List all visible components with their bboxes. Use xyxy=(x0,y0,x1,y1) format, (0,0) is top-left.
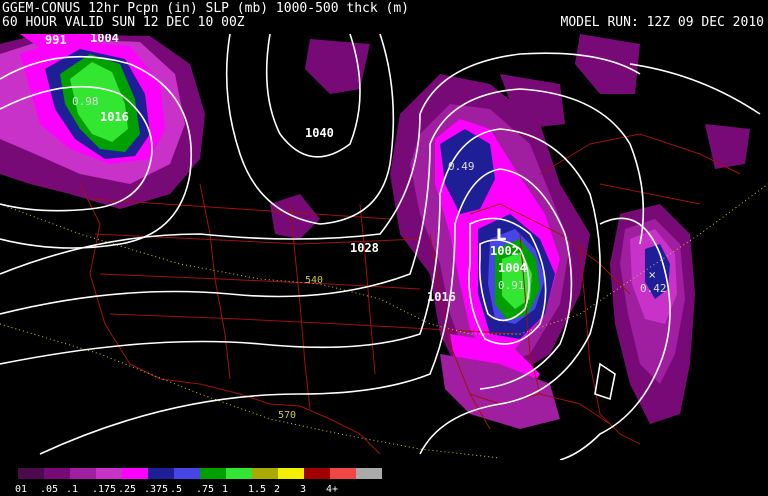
pressure-label: 1016 xyxy=(427,290,456,304)
low-pressure-marker: L xyxy=(496,225,506,244)
pressure-label: 1002 xyxy=(490,244,519,258)
precip-max-label: 0.91 xyxy=(498,279,525,292)
precip-max-marker: × xyxy=(648,270,656,281)
legend-swatch xyxy=(200,468,226,479)
legend-label: 4+ xyxy=(326,484,338,495)
legend-label: 3 xyxy=(300,484,306,495)
header: GGEM-CONUS 12hr Pcpn (in) SLP (mb) 1000-… xyxy=(0,0,768,34)
legend-swatch xyxy=(330,468,356,479)
legend-swatch xyxy=(174,468,200,479)
legend-swatch xyxy=(122,468,148,479)
legend-swatch xyxy=(278,468,304,479)
legend-label: .75 xyxy=(196,484,214,495)
legend-label: .5 xyxy=(170,484,182,495)
thickness-label: 540 xyxy=(305,275,323,286)
legend-swatch xyxy=(356,468,382,479)
legend-swatch xyxy=(252,468,278,479)
pressure-label: 1040 xyxy=(305,126,334,140)
precip-max-label: 0.42 xyxy=(640,282,667,295)
pressure-label: 1004 xyxy=(90,34,119,45)
valid-time: 60 HOUR VALID SUN 12 DEC 10 00Z xyxy=(2,15,245,30)
legend-label: .25 xyxy=(118,484,136,495)
legend-label: .1 xyxy=(66,484,78,495)
precip-max-label: 0.49 xyxy=(448,160,475,173)
precip-max-label: 0.98 xyxy=(72,95,99,108)
legend-label: .05 xyxy=(40,484,58,495)
model-run: MODEL RUN: 12Z 09 DEC 2010 xyxy=(560,15,765,30)
pressure-label: 1016 xyxy=(100,110,129,124)
map-title: GGEM-CONUS 12hr Pcpn (in) SLP (mb) 1000-… xyxy=(2,1,409,16)
legend-label: .375 xyxy=(144,484,168,495)
pressure-label: 1028 xyxy=(350,241,379,255)
legend-label: .175 xyxy=(92,484,116,495)
legend-swatch xyxy=(44,468,70,479)
pressure-label: 991 xyxy=(45,34,67,47)
legend-label: 1 xyxy=(222,484,228,495)
weather-map: 991 1004 1016 1040 1028 1016 1002 1004 L… xyxy=(0,34,768,460)
precip-legend: 01 .05 .1 .175.25 .375.5 .75 1 1.5 2 3 4+ xyxy=(0,460,768,496)
legend-swatch xyxy=(304,468,330,479)
legend-swatch xyxy=(96,468,122,479)
legend-label: 2 xyxy=(274,484,280,495)
legend-swatch xyxy=(18,468,44,479)
legend-label: 1.5 xyxy=(248,484,266,495)
legend-label: 01 xyxy=(15,484,27,495)
legend-swatch xyxy=(148,468,174,479)
legend-swatch xyxy=(70,468,96,479)
pressure-label: 1004 xyxy=(498,261,527,275)
legend-swatch xyxy=(226,468,252,479)
thickness-label: 570 xyxy=(278,410,296,421)
